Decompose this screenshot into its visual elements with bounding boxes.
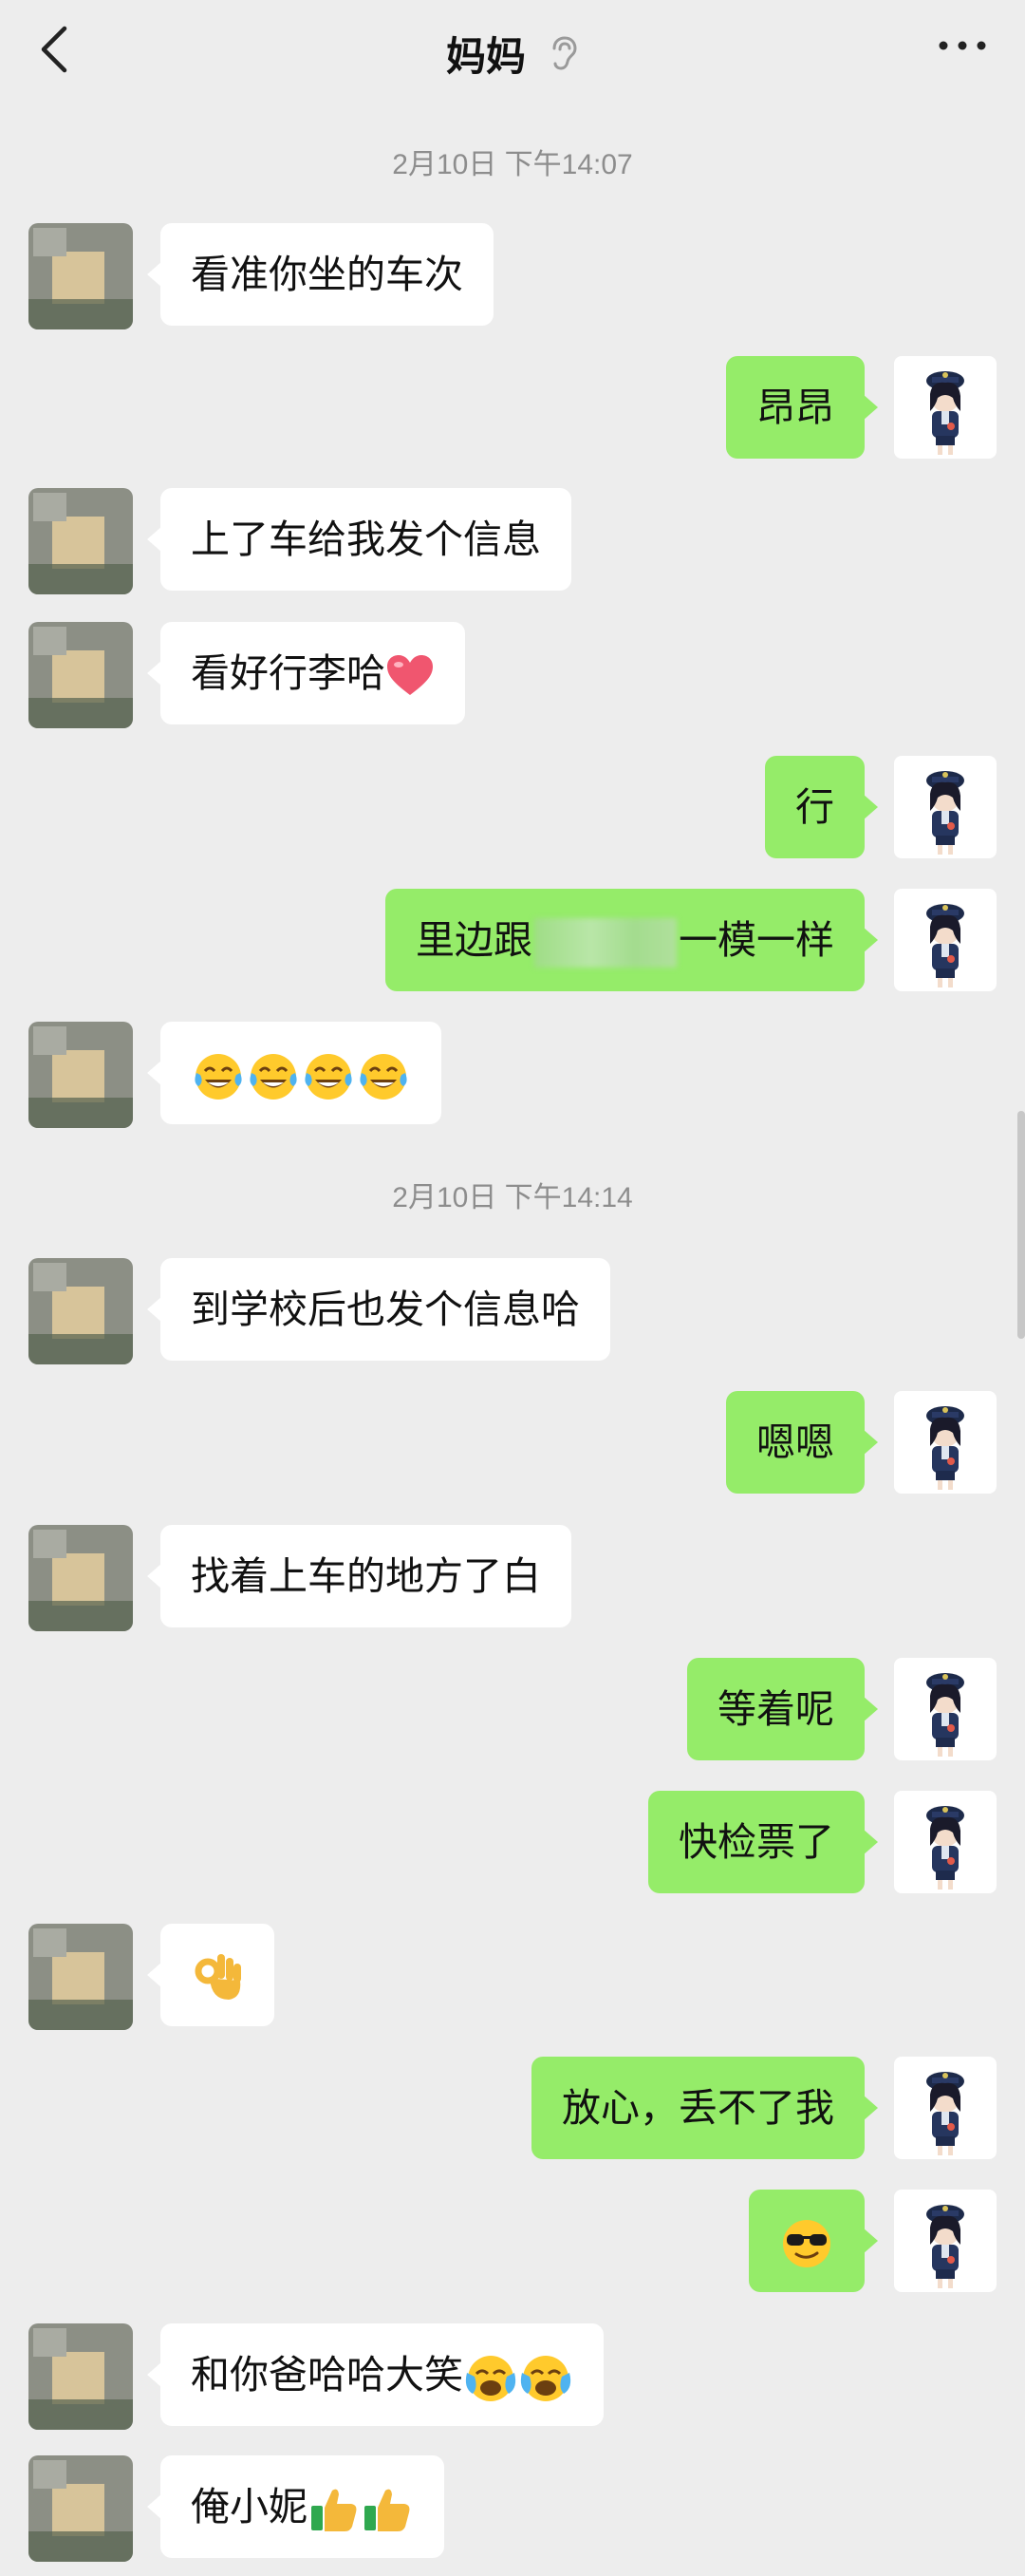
chevron-left-icon[interactable] [28, 21, 85, 78]
user-avatar[interactable] [894, 756, 997, 858]
message-bubble-outgoing[interactable]: 嗯嗯 [726, 1391, 878, 1494]
thumbs-up-emoji-icon [364, 2489, 410, 2532]
redacted-text-blur [534, 918, 677, 968]
contact-avatar[interactable] [28, 622, 133, 728]
blurred-avatar-image [28, 2455, 133, 2562]
message-text: 一模一样 [679, 918, 834, 962]
blurred-avatar-image [28, 223, 133, 329]
contact-avatar[interactable] [28, 488, 133, 594]
message-text: 上了车给我发个信息 [191, 517, 541, 561]
blurred-avatar-image [28, 1924, 133, 2030]
police-girl-avatar-image [926, 904, 964, 987]
message-bubble-outgoing[interactable]: 等着呢 [687, 1658, 878, 1760]
message-timestamp: 2月10日 下午14:14 [392, 1182, 633, 1213]
police-girl-avatar-image [926, 1673, 964, 1757]
police-girl-avatar-image [926, 1406, 964, 1490]
message-bubble-incoming[interactable]: 和你爸哈哈大笑 [147, 2323, 604, 2426]
message-bubble-incoming[interactable]: 俺小妮 [147, 2455, 444, 2558]
tears-of-joy-emoji-icon [195, 1054, 242, 1100]
thumbs-up-emoji-icon [311, 2489, 357, 2532]
contact-avatar[interactable] [28, 1525, 133, 1631]
scrollbar[interactable] [1017, 1111, 1025, 1339]
ok-hand-emoji-icon [195, 1954, 241, 2001]
message-bubble-outgoing[interactable]: 昂昂 [726, 356, 878, 459]
user-avatar[interactable] [894, 889, 997, 991]
chat-screen: 妈妈 2月10日 下午14:07 看准你坐的车次 昂昂 上了车给我发个信息 看好… [0, 0, 1025, 2576]
message-bubble-incoming[interactable]: 上了车给我发个信息 [147, 488, 571, 591]
police-girl-avatar-image [926, 2072, 964, 2155]
tears-of-joy-emoji-icon [305, 1054, 352, 1100]
blurred-avatar-image [28, 2323, 133, 2430]
loudly-crying-laughing-emoji-icon [465, 2356, 516, 2402]
message-text: 和你爸哈哈大笑 [191, 2353, 463, 2397]
user-avatar[interactable] [894, 356, 997, 459]
chat-header: 妈妈 [0, 0, 1025, 106]
message-bubble-incoming[interactable] [147, 1924, 274, 2026]
message-bubble-outgoing[interactable]: 里边跟 一模一样 [385, 889, 878, 991]
message-text: 看好行李哈 [191, 651, 385, 695]
blurred-avatar-image [28, 488, 133, 594]
more-icon[interactable] [934, 34, 991, 57]
chat-title: 妈妈 [445, 33, 526, 79]
police-girl-avatar-image [926, 771, 964, 855]
user-avatar[interactable] [894, 1391, 997, 1494]
message-bubble-outgoing[interactable]: 放心，丢不了我 [531, 2057, 878, 2159]
message-bubble-incoming[interactable]: 看好行李哈 [147, 622, 465, 724]
message-text: 等着呢 [718, 1687, 834, 1731]
contact-avatar[interactable] [28, 2455, 133, 2562]
message-bubble-outgoing[interactable] [749, 2190, 878, 2292]
message-text: 行 [795, 785, 834, 829]
message-bubble-outgoing[interactable]: 行 [765, 756, 878, 858]
sunglasses-face-emoji-icon [783, 2220, 830, 2268]
message-text: 放心，丢不了我 [562, 2086, 834, 2130]
police-girl-avatar-image [926, 1806, 964, 1890]
ear-icon [552, 36, 577, 70]
message-bubble-incoming[interactable]: 找着上车的地方了白 [147, 1525, 571, 1627]
message-text: 俺小妮 [191, 2485, 308, 2529]
user-avatar[interactable] [894, 1658, 997, 1760]
tears-of-joy-emoji-icon [250, 1054, 297, 1100]
message-timestamp: 2月10日 下午14:07 [392, 149, 633, 180]
heart-emoji-icon [387, 655, 433, 696]
user-avatar[interactable] [894, 1791, 997, 1893]
message-text: 到学校后也发个信息哈 [191, 1288, 580, 1331]
police-girl-avatar-image [926, 371, 964, 455]
contact-avatar[interactable] [28, 1258, 133, 1364]
blurred-avatar-image [28, 1022, 133, 1128]
message-text: 看准你坐的车次 [191, 253, 463, 296]
user-avatar[interactable] [894, 2057, 997, 2159]
contact-avatar[interactable] [28, 1924, 133, 2030]
police-girl-avatar-image [926, 2205, 964, 2288]
loudly-crying-laughing-emoji-icon [520, 2356, 571, 2402]
contact-avatar[interactable] [28, 1022, 133, 1128]
message-text: 里边跟 [416, 918, 532, 962]
blurred-avatar-image [28, 622, 133, 728]
message-bubble-incoming[interactable]: 看准你坐的车次 [147, 223, 494, 326]
contact-avatar[interactable] [28, 2323, 133, 2430]
message-text: 快检票了 [679, 1820, 834, 1864]
tears-of-joy-emoji-icon [360, 1054, 407, 1100]
contact-avatar[interactable] [28, 223, 133, 329]
chat-title-group: 妈妈 [446, 25, 579, 83]
message-text: 昂昂 [756, 385, 834, 429]
blurred-avatar-image [28, 1258, 133, 1364]
message-bubble-incoming[interactable] [147, 1022, 441, 1124]
message-bubble-outgoing[interactable]: 快检票了 [648, 1791, 878, 1893]
blurred-avatar-image [28, 1525, 133, 1631]
user-avatar[interactable] [894, 2190, 997, 2292]
message-bubble-incoming[interactable]: 到学校后也发个信息哈 [147, 1258, 610, 1361]
message-text: 找着上车的地方了白 [191, 1554, 541, 1598]
message-text: 嗯嗯 [756, 1420, 834, 1464]
